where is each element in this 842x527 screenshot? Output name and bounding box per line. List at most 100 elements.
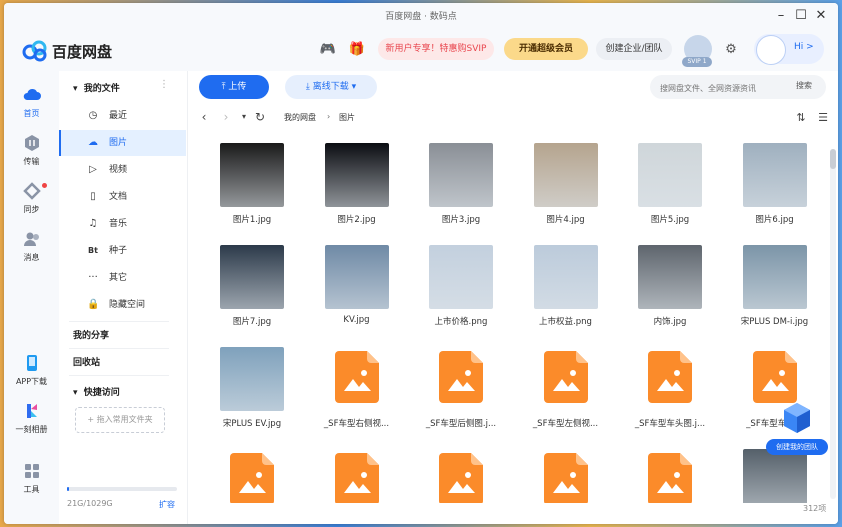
sort-icon[interactable]: ⇅ xyxy=(794,111,808,125)
scrollbar-thumb[interactable] xyxy=(830,149,836,169)
minimize-button[interactable]: – xyxy=(772,7,790,25)
document-icon: ▯ xyxy=(90,191,96,202)
quick-access-header[interactable]: ▾ 快捷访问 xyxy=(73,385,120,398)
svip-promo-button[interactable]: 新用户专享！特惠购SVIP xyxy=(378,38,494,60)
tools-grid-icon xyxy=(24,464,39,478)
album-icon xyxy=(26,404,37,418)
file-name: _SF车型右侧视... xyxy=(323,419,390,429)
upload-button[interactable]: ⤒ 上传 xyxy=(199,75,269,99)
offline-download-button[interactable]: ⤓ 离线下载 ▾ xyxy=(285,75,377,99)
file-tile[interactable]: 图片5.jpg xyxy=(618,133,722,233)
divider xyxy=(69,321,169,322)
assistant-mascot[interactable]: Hi > xyxy=(754,34,824,65)
more-icon: ··· xyxy=(88,272,98,283)
folder-torrents[interactable]: Bt 种子 xyxy=(59,238,186,264)
file-tile[interactable]: KV.jpg xyxy=(305,235,409,335)
search-input[interactable] xyxy=(658,79,792,97)
cloud-home-icon xyxy=(23,88,41,100)
gift-icon[interactable]: 🎁 xyxy=(348,41,366,59)
avatar[interactable]: SVIP 1 xyxy=(682,35,712,67)
file-tile[interactable]: _SF车型左侧视... xyxy=(514,337,618,437)
app-logo[interactable]: 百度网盘 xyxy=(22,37,132,63)
my-files-label: 我的文件 xyxy=(83,84,120,94)
back-arrow-icon[interactable]: ‹ xyxy=(196,109,212,125)
nav-transfer-label: 传输 xyxy=(23,157,40,166)
create-team-float-button[interactable]: 创建我的团队 xyxy=(766,401,830,461)
forward-arrow-icon[interactable]: › xyxy=(218,109,234,125)
file-tile[interactable] xyxy=(200,439,304,503)
image-file-icon xyxy=(439,351,483,403)
folder-music[interactable]: ♫ 音乐 xyxy=(59,211,186,237)
nav-sync[interactable]: 同步 xyxy=(4,181,59,221)
image-file-icon xyxy=(334,351,379,403)
file-tile[interactable]: 图片7.jpg xyxy=(200,235,304,335)
app-name: 百度网盘 xyxy=(52,43,113,61)
mascot-greeting: Hi > xyxy=(794,42,814,52)
expand-storage-link[interactable]: 扩容 xyxy=(159,499,175,510)
image-thumbnail xyxy=(742,245,807,309)
more-options-icon[interactable]: ⋮ xyxy=(159,79,169,90)
folder-other[interactable]: ··· 其它 xyxy=(59,265,186,291)
nav-tools[interactable]: 工具 xyxy=(4,461,59,501)
file-tile[interactable]: 图片2.jpg xyxy=(305,133,409,233)
scrollbar[interactable] xyxy=(830,149,836,499)
my-share-link[interactable]: 我的分享 xyxy=(73,328,109,341)
maximize-button[interactable]: ☐ xyxy=(792,7,810,25)
breadcrumb-root[interactable]: 我的网盘 xyxy=(284,112,316,123)
file-tile[interactable] xyxy=(305,439,409,503)
history-dropdown-icon[interactable]: ▾ xyxy=(236,109,252,125)
create-team-button[interactable]: 创建企业/团队 xyxy=(596,38,672,60)
nav-app-download[interactable]: APP下载 xyxy=(4,353,59,393)
file-tile[interactable]: 宋PLUS EV.jpg xyxy=(200,337,304,437)
file-tile[interactable]: 图片4.jpg xyxy=(514,133,618,233)
folder-videos[interactable]: ▷ 视频 xyxy=(59,157,186,183)
close-button[interactable]: ✕ xyxy=(812,7,830,25)
image-file-icon xyxy=(439,453,483,503)
folder-images[interactable]: ☁ 图片 xyxy=(59,130,186,156)
file-grid: 图片1.jpg 图片2.jpg 图片3.jpg 图片4.jpg 图片5.jpg 图片6.j… xyxy=(188,133,828,503)
file-tile[interactable]: 上市权益.png xyxy=(514,235,618,335)
settings-icon[interactable]: ⚙ xyxy=(722,41,740,59)
image-thumbnail xyxy=(220,143,284,207)
file-tile[interactable] xyxy=(409,439,513,503)
nav-home[interactable]: 首页 xyxy=(4,85,59,125)
search-button[interactable]: 搜索 xyxy=(796,80,812,91)
nav-sync-label: 同步 xyxy=(23,205,40,214)
phone-icon xyxy=(26,355,37,371)
game-icon[interactable]: 🎮 xyxy=(319,41,337,59)
file-tile[interactable]: 宋PLUS DM-i.jpg xyxy=(723,235,827,335)
file-name: KV.jpg xyxy=(343,315,370,325)
list-view-icon[interactable]: ☰ xyxy=(816,111,830,125)
cloud-image-icon: ☁ xyxy=(88,137,98,148)
file-name: 内饰.jpg xyxy=(653,317,687,327)
file-tile[interactable] xyxy=(514,439,618,503)
people-icon xyxy=(23,232,39,246)
file-tile[interactable]: 上市价格.png xyxy=(409,235,513,335)
file-tile[interactable] xyxy=(618,439,722,503)
file-tile[interactable]: _SF车型右侧视... xyxy=(305,337,409,437)
file-tile[interactable]: _SF车型车头图.j... xyxy=(618,337,722,437)
folder-hidden-space[interactable]: 🔒 隐藏空间 xyxy=(59,292,186,318)
file-tile[interactable]: 内饰.jpg xyxy=(618,235,722,335)
file-tile[interactable]: 图片3.jpg xyxy=(409,133,513,233)
nav-messages[interactable]: 消息 xyxy=(4,229,59,269)
file-name: 图片7.jpg xyxy=(232,317,272,327)
recycle-bin-link[interactable]: 回收站 xyxy=(73,355,100,368)
refresh-icon[interactable]: ↻ xyxy=(252,109,268,125)
my-files-header[interactable]: ▾ 我的文件 xyxy=(73,81,120,94)
sync-icon xyxy=(22,182,41,200)
file-name: 图片4.jpg xyxy=(546,215,585,225)
download-icon: ⤓ xyxy=(305,82,310,92)
add-favorite-folder-zone[interactable]: + 拖入常用文件夹 xyxy=(75,407,165,433)
folder-recent[interactable]: ◷ 最近 xyxy=(59,103,186,129)
file-name: 图片2.jpg xyxy=(337,215,376,225)
file-tile[interactable]: 图片1.jpg xyxy=(200,133,304,233)
nav-transfer[interactable]: 传输 xyxy=(4,133,59,173)
file-tile[interactable]: 图片6.jpg xyxy=(723,133,827,233)
folder-documents[interactable]: ▯ 文档 xyxy=(59,184,186,210)
folder-images-label: 图片 xyxy=(109,138,128,148)
file-tile[interactable]: _SF车型后侧图.j... xyxy=(409,337,513,437)
nav-album[interactable]: 一刻相册 xyxy=(4,401,59,441)
image-file-icon xyxy=(334,453,379,503)
open-vip-button[interactable]: 开通超级会员 xyxy=(504,38,588,60)
